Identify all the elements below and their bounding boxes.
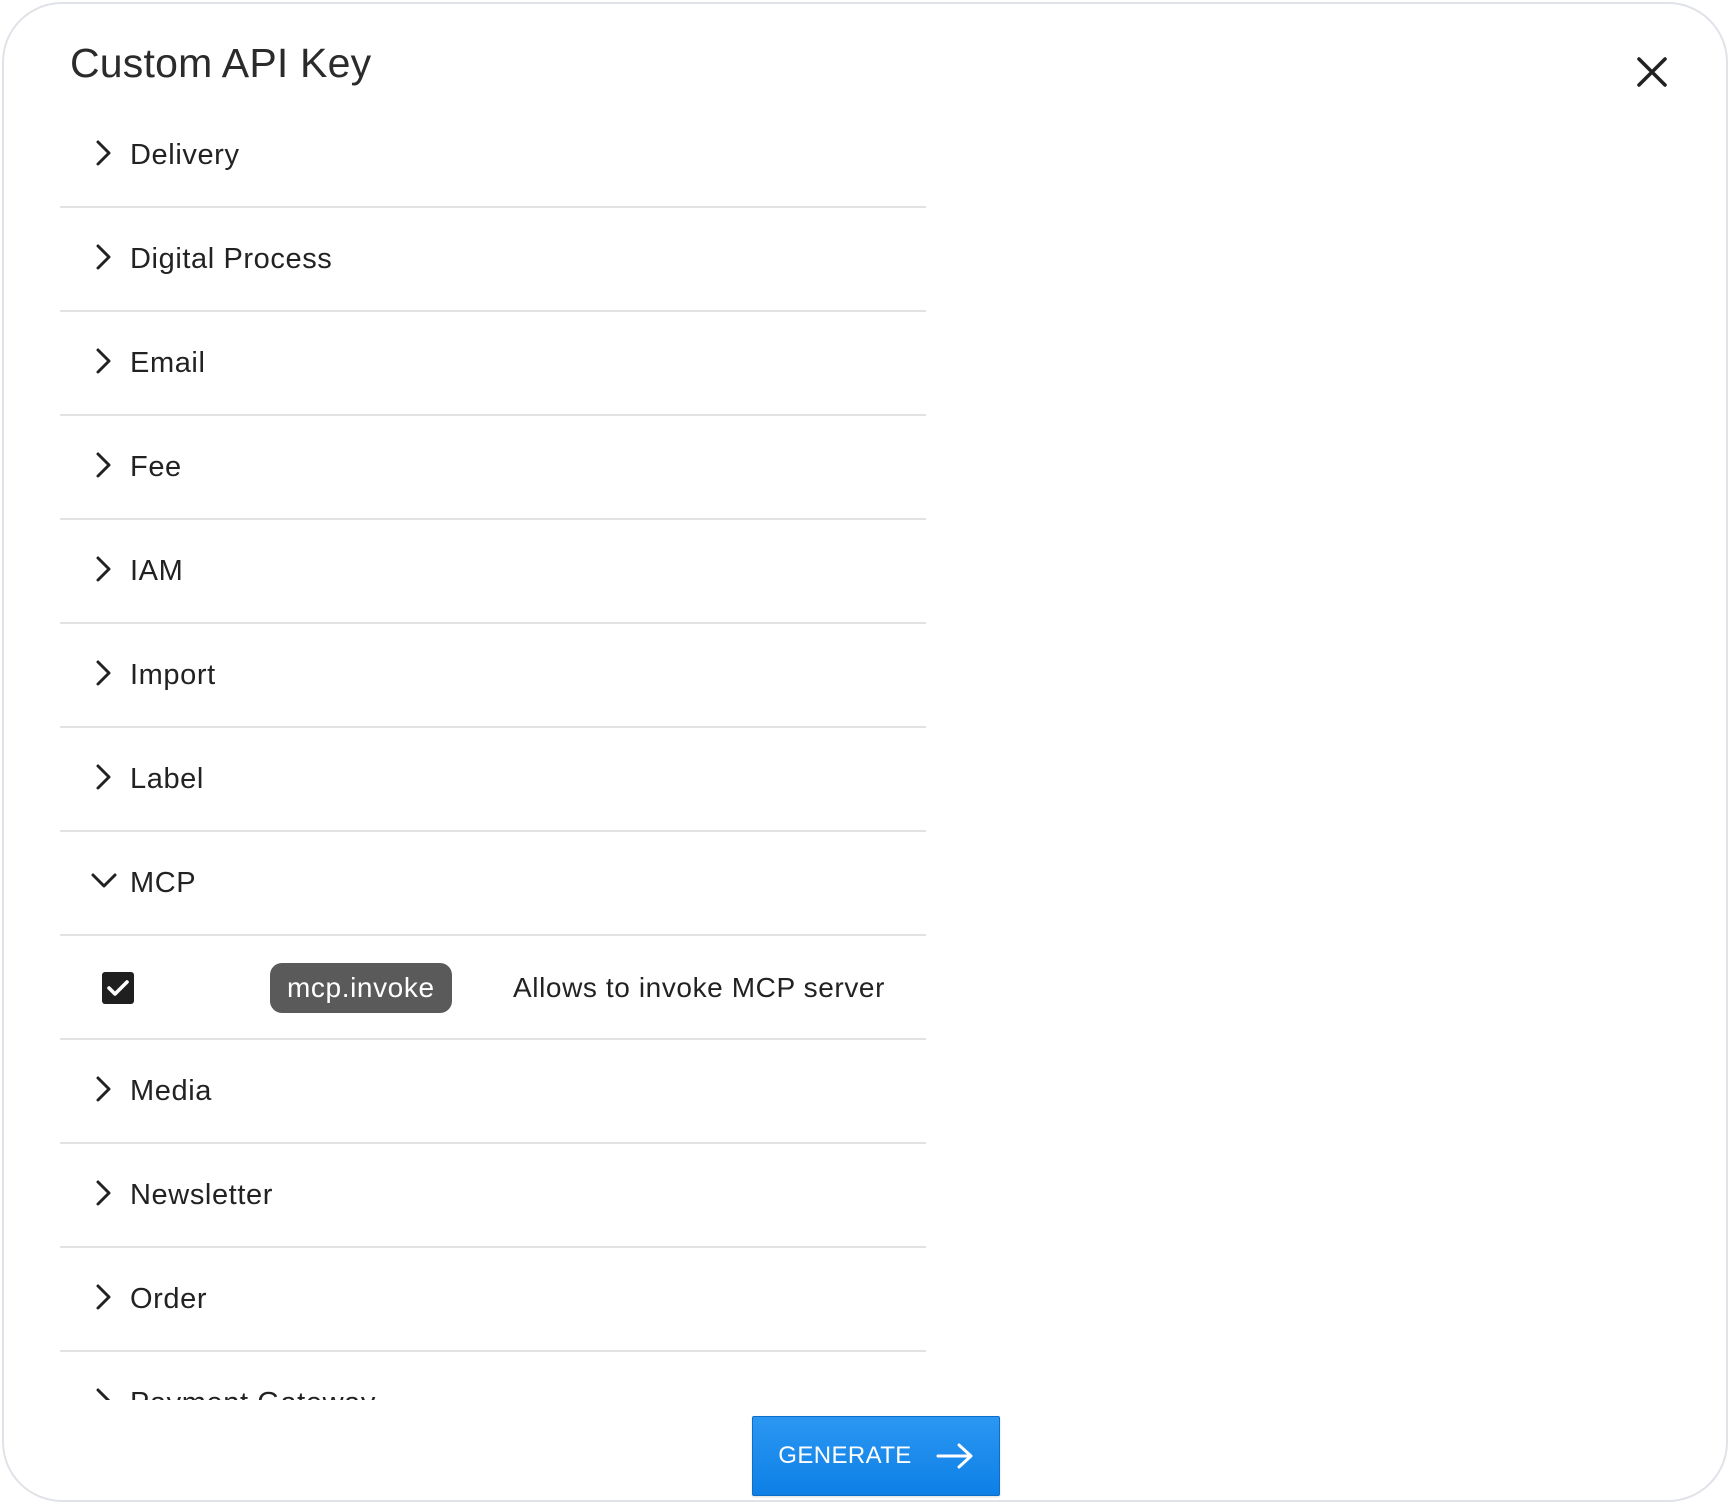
category-label: Payment Gateway (130, 1387, 376, 1401)
category-row-fee[interactable]: Fee (60, 416, 926, 520)
category-label: Order (130, 1282, 208, 1315)
category-label: Delivery (130, 138, 240, 171)
chevron-right-icon (90, 555, 118, 583)
category-row-import[interactable]: Import (60, 624, 926, 728)
permission-row-mcp-invoke: mcp.invoke Allows to invoke MCP server (60, 936, 926, 1040)
chevron-right-icon (90, 243, 118, 271)
category-label: Fee (130, 450, 182, 483)
chevron-right-icon (90, 1075, 118, 1103)
generate-button-label: GENERATE (778, 1442, 912, 1469)
arrow-right-icon (936, 1443, 973, 1469)
category-row-label[interactable]: Label (60, 728, 926, 832)
category-label: Label (130, 762, 204, 795)
dialog-title: Custom API Key (70, 40, 372, 86)
permission-description: Allows to invoke MCP server (513, 972, 886, 1003)
category-row-email[interactable]: Email (60, 312, 926, 416)
category-row-newsletter[interactable]: Newsletter (60, 1144, 926, 1248)
category-row-payment-gateway[interactable]: Payment Gateway (60, 1352, 926, 1400)
chevron-right-icon (90, 659, 118, 687)
custom-api-key-dialog: Custom API Key Delivery Digital Process … (2, 2, 1728, 1502)
chevron-right-icon (90, 1283, 118, 1311)
scope-category-list[interactable]: Delivery Digital Process Email Fee IAM I… (60, 104, 926, 1400)
chevron-right-icon (90, 763, 118, 791)
category-row-delivery[interactable]: Delivery (60, 104, 926, 208)
category-row-iam[interactable]: IAM (60, 520, 926, 624)
category-label: Newsletter (130, 1178, 273, 1211)
chevron-right-icon (90, 347, 118, 375)
category-label: MCP (130, 866, 197, 899)
category-label: Email (130, 346, 206, 379)
category-label: IAM (130, 554, 184, 587)
category-label: Digital Process (130, 242, 333, 275)
chevron-down-icon (90, 867, 118, 895)
check-icon (107, 980, 129, 996)
permission-checkbox[interactable] (102, 972, 134, 1004)
chevron-right-icon (90, 1179, 118, 1207)
chevron-right-icon (90, 451, 118, 479)
chevron-right-icon (90, 139, 118, 167)
category-row-mcp[interactable]: MCP (60, 832, 926, 936)
category-label: Import (130, 658, 216, 691)
scope-chip: mcp.invoke (270, 963, 452, 1013)
close-button[interactable] (1622, 42, 1682, 102)
category-row-order[interactable]: Order (60, 1248, 926, 1352)
close-icon (1637, 57, 1667, 87)
category-row-digital-process[interactable]: Digital Process (60, 208, 926, 312)
chevron-right-icon (90, 1387, 118, 1400)
category-label: Media (130, 1074, 212, 1107)
generate-button[interactable]: GENERATE (752, 1416, 1000, 1496)
category-row-media[interactable]: Media (60, 1040, 926, 1144)
